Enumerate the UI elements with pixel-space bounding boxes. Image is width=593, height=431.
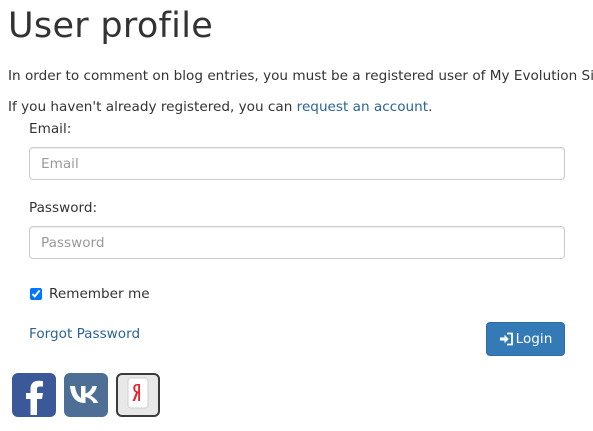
intro-line-2-prefix: If you haven't already registered, you c… [8, 99, 297, 115]
password-field[interactable] [29, 226, 565, 259]
login-button[interactable]: Login [486, 322, 565, 356]
sign-in-icon [499, 332, 514, 346]
intro-line-1: In order to comment on blog entries, you… [8, 68, 593, 84]
facebook-login-button[interactable] [12, 373, 56, 417]
remember-me: Remember me [29, 285, 150, 303]
vk-icon [64, 373, 108, 417]
login-label: Login [515, 331, 553, 347]
vk-login-button[interactable] [64, 373, 108, 417]
email-field[interactable] [29, 147, 565, 180]
forgot-password-link[interactable]: Forgot Password [29, 326, 140, 342]
intro-text: In order to comment on blog entries, you… [8, 61, 593, 123]
intro-line-2-suffix: . [428, 99, 433, 115]
remember-me-checkbox[interactable] [30, 288, 42, 300]
request-account-link[interactable]: request an account [297, 99, 428, 115]
facebook-icon [12, 373, 56, 417]
page-title: User profile [8, 6, 214, 46]
yandex-icon [118, 375, 158, 415]
intro-line-2: If you haven't already registered, you c… [8, 92, 593, 123]
remember-me-label: Remember me [49, 286, 150, 302]
email-label: Email: [29, 121, 72, 137]
yandex-login-button[interactable] [116, 373, 160, 417]
password-label: Password: [29, 200, 98, 216]
